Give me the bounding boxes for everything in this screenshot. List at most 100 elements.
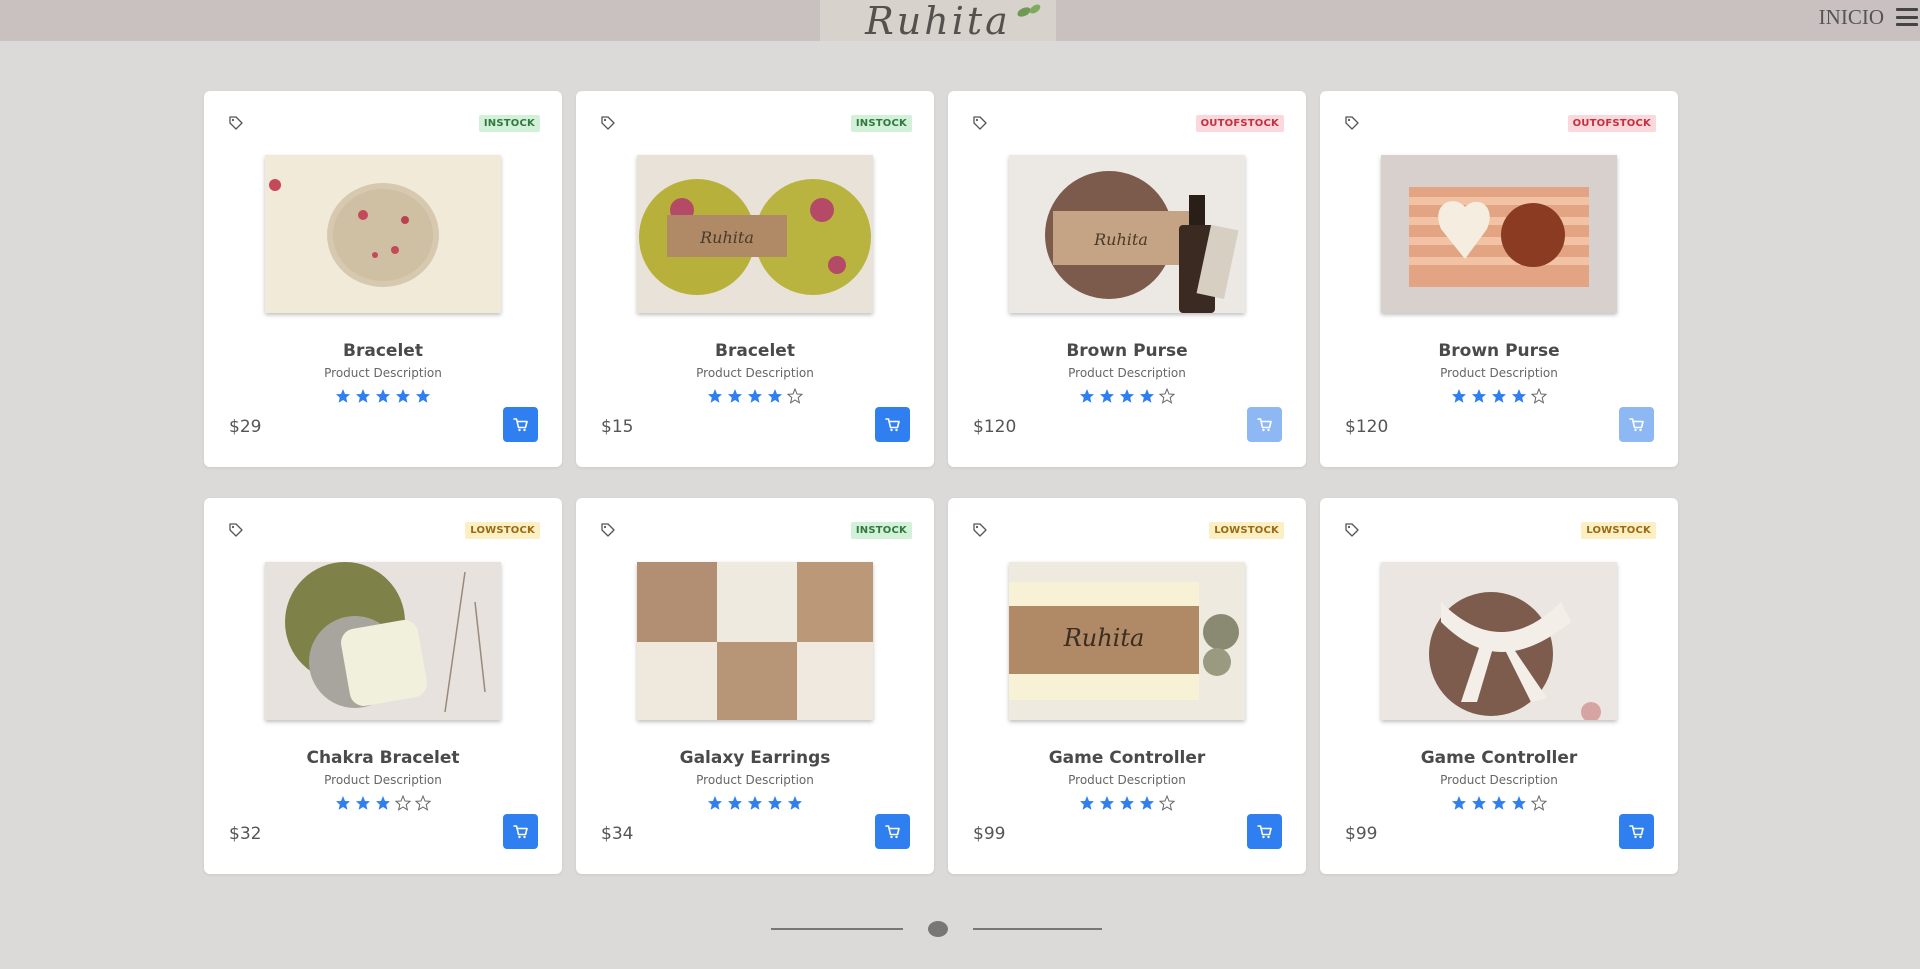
top-nav: INICIO bbox=[1819, 0, 1920, 34]
star-filled-icon bbox=[1472, 796, 1486, 810]
star-filled-icon bbox=[1452, 389, 1466, 403]
cart-icon bbox=[512, 417, 528, 431]
product-image[interactable]: Ruhita bbox=[1009, 562, 1245, 720]
star-filled-icon bbox=[1120, 796, 1134, 810]
star-empty-icon bbox=[1531, 388, 1547, 404]
stock-badge: OUTOFSTOCK bbox=[1567, 115, 1656, 132]
add-to-cart-button[interactable] bbox=[1619, 407, 1654, 442]
star-filled-icon bbox=[1512, 389, 1526, 403]
product-card[interactable]: LOWSTOCK Chakra Bracelet Product Descrip… bbox=[204, 498, 562, 874]
svg-text:Ruhita: Ruhita bbox=[699, 228, 754, 247]
add-to-cart-button[interactable] bbox=[503, 407, 538, 442]
stock-badge: INSTOCK bbox=[850, 522, 912, 539]
add-to-cart-button[interactable] bbox=[875, 407, 910, 442]
product-description: Product Description bbox=[324, 366, 442, 380]
star-filled-icon bbox=[1120, 389, 1134, 403]
product-image[interactable] bbox=[265, 562, 501, 720]
star-filled-icon bbox=[1512, 796, 1526, 810]
product-card[interactable]: LOWSTOCK Game Controller Product Descrip… bbox=[1320, 498, 1678, 874]
add-to-cart-button[interactable] bbox=[1247, 814, 1282, 849]
star-rating bbox=[1320, 795, 1678, 811]
product-card[interactable]: INSTOCK Galaxy Earrings Product Descript… bbox=[576, 498, 934, 874]
nav-inicio-link[interactable]: INICIO bbox=[1819, 5, 1884, 30]
pager-dot-active[interactable] bbox=[928, 921, 948, 937]
product-price: $99 bbox=[1345, 824, 1378, 844]
hamburger-menu-icon[interactable] bbox=[1896, 8, 1918, 26]
cart-icon bbox=[1256, 824, 1272, 838]
menu-bar bbox=[1896, 23, 1918, 26]
star-filled-icon bbox=[1140, 796, 1154, 810]
add-to-cart-button[interactable] bbox=[875, 814, 910, 849]
star-filled-icon bbox=[376, 389, 390, 403]
product-card[interactable]: LOWSTOCK Ruhita Game Controller Product … bbox=[948, 498, 1306, 874]
star-empty-icon bbox=[787, 388, 803, 404]
product-name: Bracelet bbox=[715, 341, 795, 361]
star-rating bbox=[576, 388, 934, 404]
star-filled-icon bbox=[1080, 796, 1094, 810]
star-filled-icon bbox=[376, 796, 390, 810]
tag-icon bbox=[229, 116, 243, 130]
cart-icon bbox=[884, 824, 900, 838]
product-image[interactable] bbox=[1381, 155, 1617, 313]
menu-bar bbox=[1896, 15, 1918, 19]
star-filled-icon bbox=[788, 796, 802, 810]
star-filled-icon bbox=[748, 389, 762, 403]
stock-badge: LOWSTOCK bbox=[465, 522, 540, 539]
product-grid: INSTOCK Bracelet Product Description $29… bbox=[204, 91, 1678, 874]
product-description: Product Description bbox=[696, 366, 814, 380]
add-to-cart-button[interactable] bbox=[1619, 814, 1654, 849]
product-image[interactable] bbox=[1381, 562, 1617, 720]
product-name: Game Controller bbox=[1048, 748, 1206, 768]
star-filled-icon bbox=[768, 796, 782, 810]
star-rating bbox=[204, 795, 562, 811]
product-price: $15 bbox=[601, 417, 634, 437]
star-filled-icon bbox=[336, 389, 350, 403]
star-filled-icon bbox=[356, 796, 370, 810]
star-filled-icon bbox=[728, 796, 742, 810]
star-filled-icon bbox=[708, 796, 722, 810]
star-rating bbox=[948, 388, 1306, 404]
brand-logo-text: Ruhita bbox=[865, 0, 1011, 43]
cart-icon bbox=[884, 417, 900, 431]
star-empty-icon bbox=[415, 795, 431, 811]
product-price: $99 bbox=[973, 824, 1006, 844]
product-image[interactable] bbox=[637, 562, 873, 720]
product-name: Chakra Bracelet bbox=[306, 748, 460, 768]
product-image[interactable]: Ruhita bbox=[1009, 155, 1245, 313]
product-name: Brown Purse bbox=[1438, 341, 1560, 361]
add-to-cart-button[interactable] bbox=[1247, 407, 1282, 442]
tag-icon bbox=[1345, 523, 1359, 537]
tag-icon bbox=[973, 116, 987, 130]
tag-icon bbox=[601, 116, 615, 130]
product-price: $29 bbox=[229, 417, 262, 437]
star-rating bbox=[948, 795, 1306, 811]
product-card[interactable]: OUTOFSTOCK Brown Purse Product Descripti… bbox=[1320, 91, 1678, 467]
product-card[interactable]: INSTOCK Ruhita Bracelet Product Descript… bbox=[576, 91, 934, 467]
star-filled-icon bbox=[728, 389, 742, 403]
product-image[interactable] bbox=[265, 155, 501, 313]
cart-icon bbox=[1628, 417, 1644, 431]
product-price: $34 bbox=[601, 824, 634, 844]
stock-badge: LOWSTOCK bbox=[1581, 522, 1656, 539]
product-name: Brown Purse bbox=[1066, 341, 1188, 361]
product-card[interactable]: OUTOFSTOCK Ruhita Brown Purse Product De… bbox=[948, 91, 1306, 467]
brand-logo[interactable]: Ruhita bbox=[820, 0, 1056, 43]
product-description: Product Description bbox=[324, 773, 442, 787]
svg-text:Ruhita: Ruhita bbox=[1093, 230, 1148, 249]
star-filled-icon bbox=[1492, 796, 1506, 810]
pager-line-right bbox=[973, 928, 1102, 930]
product-name: Galaxy Earrings bbox=[679, 748, 831, 768]
star-filled-icon bbox=[416, 389, 430, 403]
product-name: Bracelet bbox=[343, 341, 423, 361]
star-filled-icon bbox=[396, 389, 410, 403]
product-image[interactable]: Ruhita bbox=[637, 155, 873, 313]
product-price: $120 bbox=[973, 417, 1017, 437]
add-to-cart-button[interactable] bbox=[503, 814, 538, 849]
pager-line-left bbox=[771, 928, 903, 930]
product-card[interactable]: INSTOCK Bracelet Product Description $29 bbox=[204, 91, 562, 467]
product-description: Product Description bbox=[696, 773, 814, 787]
leaf-icon bbox=[1017, 4, 1041, 17]
star-rating bbox=[1320, 388, 1678, 404]
header-bar: Ruhita INICIO bbox=[0, 0, 1920, 43]
star-rating bbox=[204, 388, 562, 404]
